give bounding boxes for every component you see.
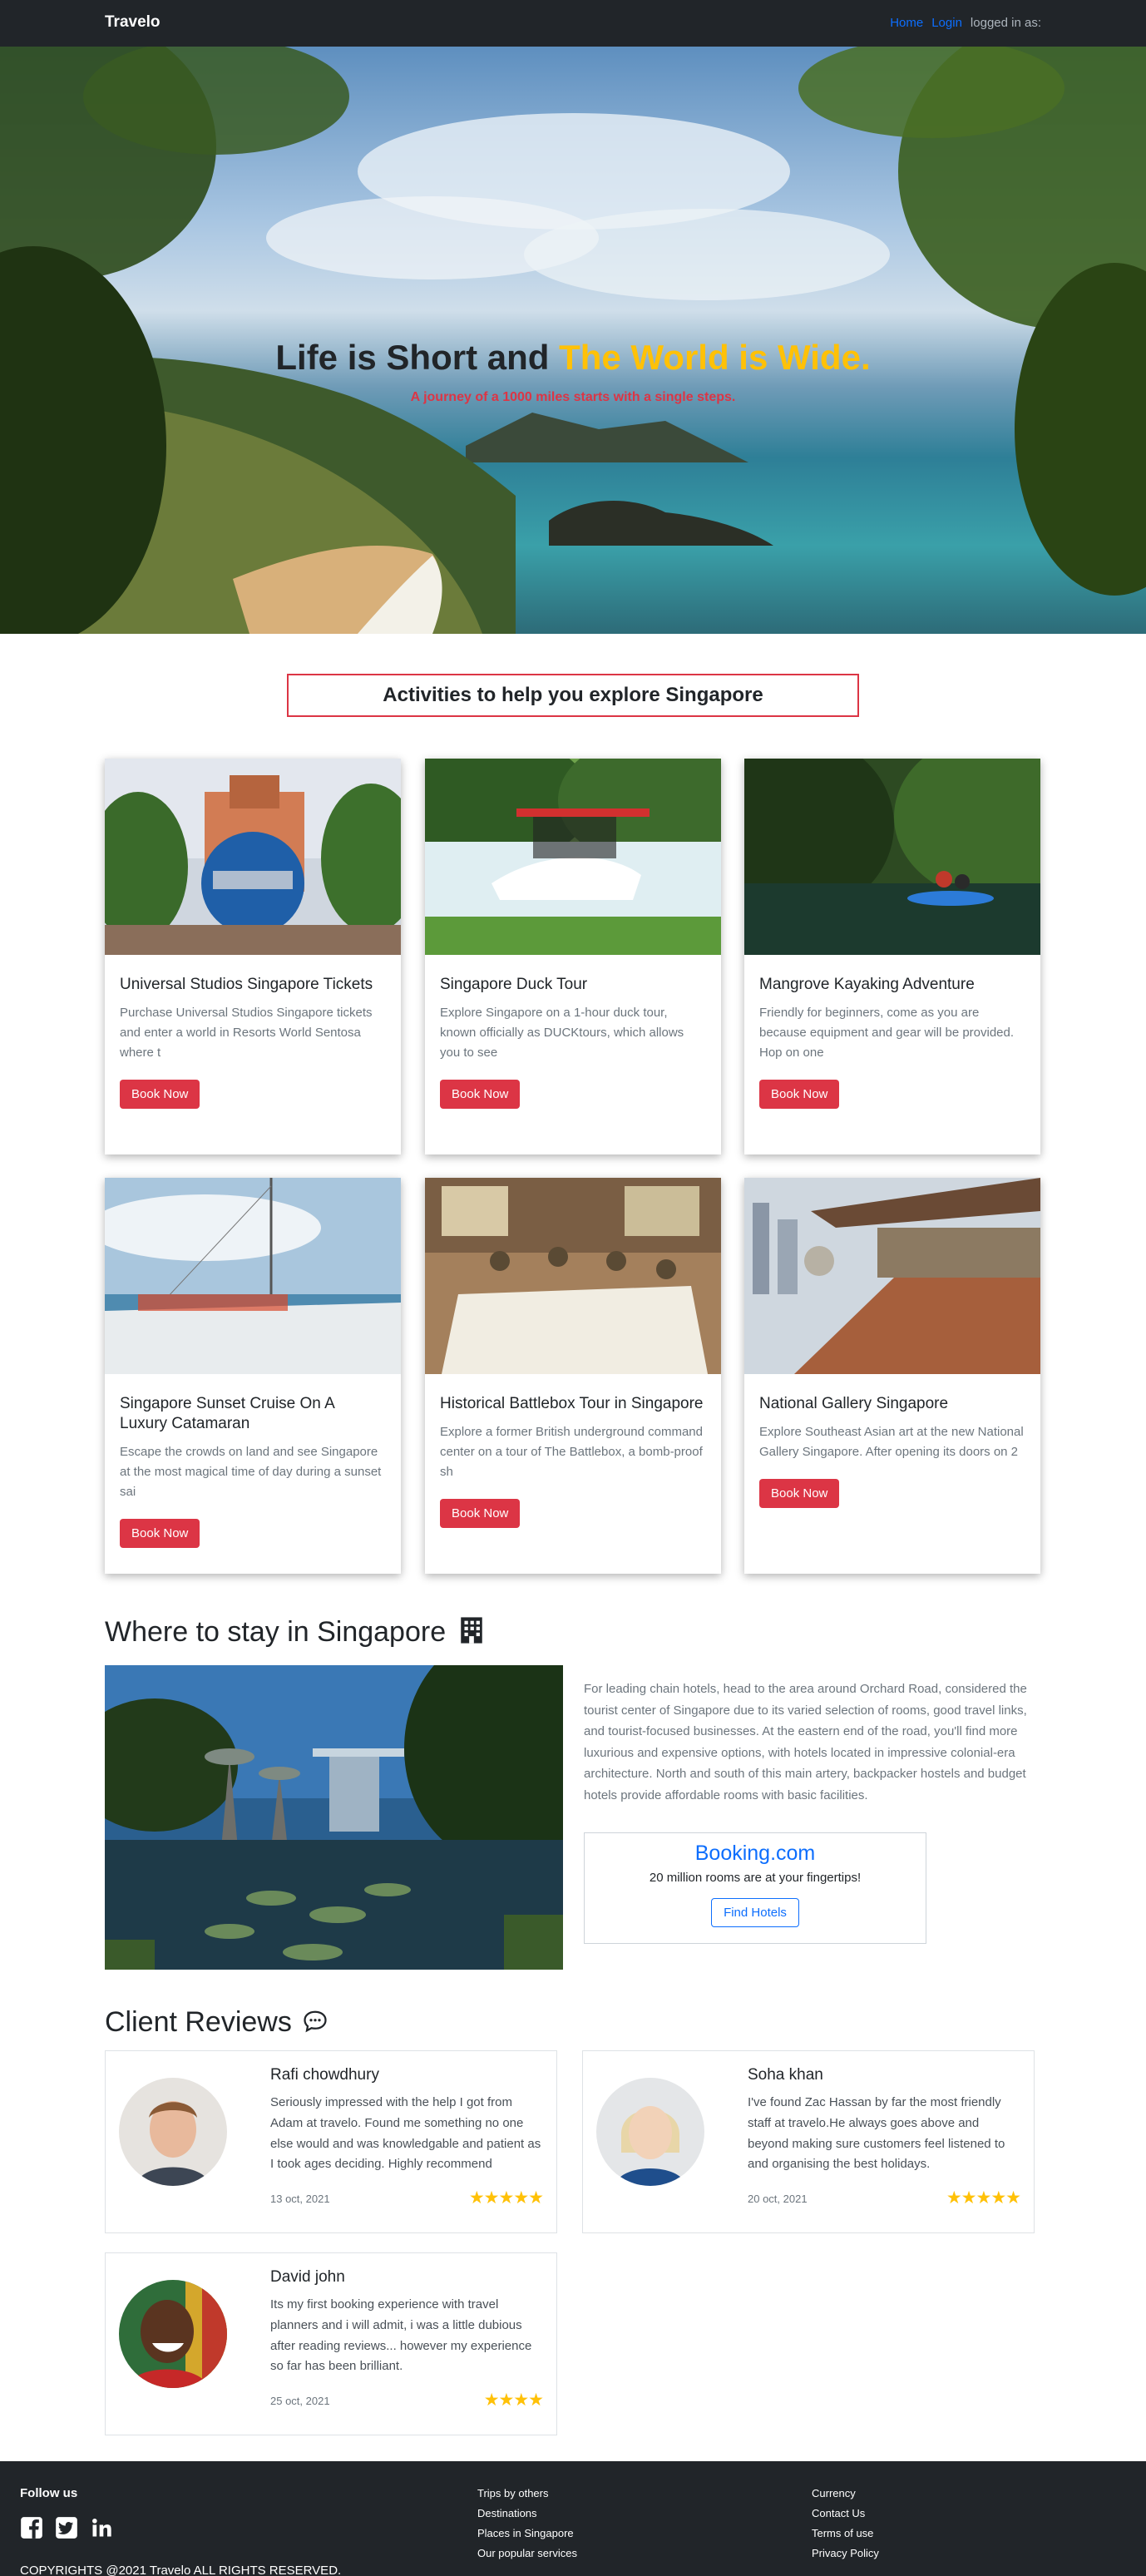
footer-link-privacy[interactable]: Privacy Policy — [812, 2546, 879, 2566]
card-text: Escape the crowds on land and see Singap… — [120, 1444, 382, 1499]
card-title: Singapore Sunset Cruise On A Luxury Cata… — [120, 1395, 334, 1432]
duck-boat-image[interactable] — [425, 759, 721, 955]
book-now-button[interactable]: Book Now — [440, 1079, 521, 1109]
hero-title-main: Life is Short and — [275, 338, 560, 377]
footer-link-currency[interactable]: Currency — [812, 2486, 879, 2506]
activity-card-sunset-cruise: Singapore Sunset Cruise On A Luxury Cata… — [105, 1178, 401, 1574]
social-links — [20, 2516, 113, 2539]
booking-name: Booking.com — [694, 1842, 816, 1865]
card-text: Explore a former British underground com… — [440, 1424, 703, 1479]
activity-card-duck-tour: Singapore Duck Tour Explore Singapore on… — [425, 759, 721, 1155]
card-title: Universal Studios Singapore Tickets — [120, 976, 373, 993]
hero-title: Life is Short and The World is Wide. — [0, 338, 1146, 378]
footer-link-trips[interactable]: Trips by others — [477, 2486, 577, 2506]
book-now-button[interactable]: Book Now — [120, 1079, 200, 1109]
review-date: 25 oct, 2021 — [270, 2395, 330, 2407]
footer-link-destinations[interactable]: Destinations — [477, 2506, 577, 2526]
card-title: Singapore Duck Tour — [440, 976, 588, 993]
review-card: Rafi chowdhury Seriously impressed with … — [105, 2050, 557, 2233]
review-card: David john Its my first booking experien… — [105, 2252, 557, 2435]
review-text: Seriously impressed with the help I got … — [270, 2095, 541, 2172]
activity-card-kayaking: Mangrove Kayaking Adventure Friendly for… — [744, 759, 1040, 1155]
find-hotels-button[interactable]: Find Hotels — [711, 1898, 799, 1927]
review-text: Its my first booking experience with tra… — [270, 2297, 532, 2374]
hero-subtitle: A journey of a 1000 miles starts with a … — [410, 390, 736, 404]
footer-link-places[interactable]: Places in Singapore — [477, 2526, 577, 2546]
review-date: 13 oct, 2021 — [270, 2193, 330, 2205]
reviews-heading: Client Reviews — [105, 2006, 328, 2039]
review-date: 20 oct, 2021 — [748, 2193, 808, 2205]
gallery-image[interactable] — [744, 1178, 1040, 1374]
hero-title-accent: The World is Wide. — [559, 338, 871, 377]
copyright: COPYRIGHTS @2021 Travelo ALL RIGHTS RESE… — [20, 2564, 342, 2576]
avatar — [119, 2280, 227, 2388]
catamaran-image[interactable] — [105, 1178, 401, 1374]
reviews-heading-text: Client Reviews — [105, 2006, 292, 2038]
hero-banner: Life is Short and The World is Wide. A j… — [0, 47, 1146, 634]
card-title: Mangrove Kayaking Adventure — [759, 976, 975, 993]
book-now-button[interactable]: Book Now — [120, 1518, 200, 1548]
activity-card-battlebox: Historical Battlebox Tour in Singapore E… — [425, 1178, 721, 1574]
building-icon — [460, 1617, 482, 1644]
stay-description: For leading chain hotels, head to the ar… — [584, 1682, 1027, 1802]
booking-tagline: 20 million rooms are at your fingertips! — [649, 1871, 862, 1885]
footer: Follow us COPYRIGHTS @2021 Travelo ALL R… — [0, 2461, 1146, 2576]
gardens-by-the-bay-image — [105, 1665, 563, 1970]
nav-home-link[interactable]: Home — [890, 16, 923, 30]
brand-logo[interactable]: Travelo — [105, 13, 161, 32]
footer-links-col1: Trips by others Destinations Places in S… — [477, 2486, 577, 2566]
review-card: Soha khan I've found Zac Hassan by far t… — [582, 2050, 1035, 2233]
booking-widget: Booking.com 20 million rooms are at your… — [584, 1832, 926, 1944]
review-name: Rafi chowdhury — [270, 2066, 379, 2084]
footer-link-contact[interactable]: Contact Us — [812, 2506, 879, 2526]
kayak-image[interactable] — [744, 759, 1040, 955]
avatar — [119, 2078, 227, 2186]
card-text: Friendly for beginners, come as you are … — [759, 1005, 1015, 1060]
review-name: David john — [270, 2268, 345, 2286]
linkedin-icon[interactable] — [90, 2516, 113, 2539]
avatar — [596, 2078, 704, 2186]
facebook-icon[interactable] — [20, 2516, 43, 2539]
stay-heading-text: Where to stay in Singapore — [105, 1616, 447, 1648]
chat-icon — [304, 2010, 327, 2033]
review-name: Soha khan — [748, 2066, 823, 2084]
twitter-icon[interactable] — [55, 2516, 78, 2539]
footer-links-col2: Currency Contact Us Terms of use Privacy… — [812, 2486, 879, 2566]
activities-heading: Activities to help you explore Singapore — [287, 674, 859, 717]
navbar: Travelo Home Login logged in as: — [0, 0, 1146, 47]
card-text: Explore Southeast Asian art at the new N… — [759, 1424, 1024, 1459]
stay-heading: Where to stay in Singapore — [105, 1616, 486, 1649]
card-title: Historical Battlebox Tour in Singapore — [440, 1395, 704, 1412]
footer-link-terms[interactable]: Terms of use — [812, 2526, 879, 2546]
star-rating: ★★★★★ — [468, 2188, 544, 2208]
battlebox-image[interactable] — [425, 1178, 721, 1374]
star-rating: ★★★★★ — [946, 2188, 1021, 2208]
nav-links: Home Login logged in as: — [890, 16, 1041, 30]
universal-globe-image[interactable] — [105, 759, 401, 955]
star-rating: ★★★★ — [483, 2391, 544, 2410]
book-now-button[interactable]: Book Now — [759, 1478, 840, 1508]
review-text: I've found Zac Hassan by far the most fr… — [748, 2095, 1005, 2172]
activity-card-universal: Universal Studios Singapore Tickets Purc… — [105, 759, 401, 1155]
nav-login-link[interactable]: Login — [931, 16, 962, 30]
card-title: National Gallery Singapore — [759, 1395, 949, 1412]
follow-heading: Follow us — [20, 2486, 78, 2500]
login-status: logged in as: — [970, 16, 1041, 30]
book-now-button[interactable]: Book Now — [759, 1079, 840, 1109]
footer-link-services[interactable]: Our popular services — [477, 2546, 577, 2566]
card-text: Purchase Universal Studios Singapore tic… — [120, 1005, 373, 1060]
activity-card-national-gallery: National Gallery Singapore Explore South… — [744, 1178, 1040, 1574]
card-text: Explore Singapore on a 1-hour duck tour,… — [440, 1005, 684, 1060]
book-now-button[interactable]: Book Now — [440, 1498, 521, 1528]
